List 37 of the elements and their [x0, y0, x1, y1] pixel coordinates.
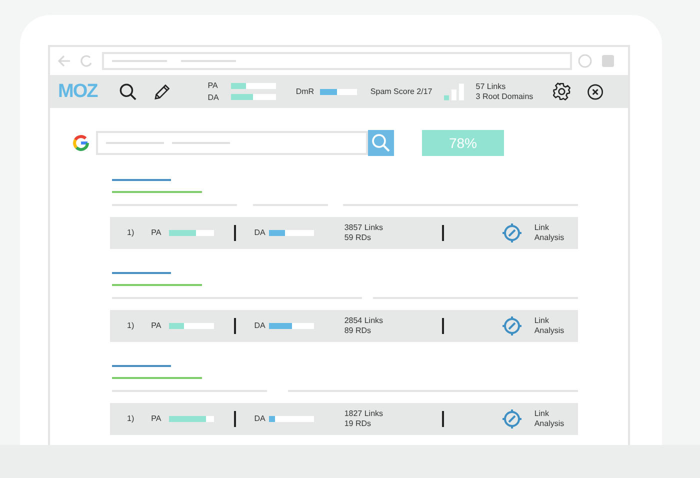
pa-label: PA — [151, 321, 162, 331]
compass-icon[interactable] — [502, 316, 522, 336]
pa-label: PA — [208, 80, 219, 90]
pa-label: PA — [151, 414, 162, 424]
links-count: 3857 Links — [344, 223, 384, 233]
compass-icon[interactable] — [502, 223, 522, 243]
search-button[interactable] — [368, 130, 394, 156]
dmr-label: DmR — [296, 86, 314, 96]
settings-icon[interactable] — [553, 80, 572, 102]
links-count: 57 Links — [476, 82, 507, 92]
da-label: DA — [254, 228, 266, 238]
search-field[interactable] — [96, 131, 368, 155]
pa-label: PA — [151, 228, 162, 238]
link-analysis-link[interactable]: Link Analysis — [534, 223, 570, 243]
rds-count: 19 RDs — [344, 419, 372, 429]
rds-count: 89 RDs — [344, 326, 372, 336]
spam-score: Spam Score 2/17 — [370, 86, 432, 96]
moz-logo: MOZ — [58, 80, 98, 102]
rank-number: 1) — [127, 414, 134, 424]
link-analysis-link[interactable]: Link Analysis — [534, 316, 570, 336]
links-count: 2854 Links — [344, 316, 384, 326]
score-badge: 78% — [422, 130, 504, 156]
da-label: DA — [208, 92, 219, 102]
root-domains-count: 3 Root Domains — [476, 92, 534, 102]
compass-icon[interactable] — [502, 409, 522, 429]
da-label: DA — [254, 414, 266, 424]
address-bar[interactable] — [102, 52, 572, 70]
links-count: 1827 Links — [344, 409, 384, 419]
da-label: DA — [254, 321, 266, 331]
google-logo-icon — [72, 134, 90, 152]
close-icon[interactable] — [587, 82, 604, 102]
link-analysis-link[interactable]: Link Analysis — [534, 409, 570, 429]
rds-count: 59 RDs — [344, 233, 372, 243]
rank-number: 1) — [127, 228, 134, 238]
rank-number: 1) — [127, 321, 134, 331]
spam-bars-icon — [444, 82, 466, 102]
search-icon[interactable] — [119, 80, 138, 102]
